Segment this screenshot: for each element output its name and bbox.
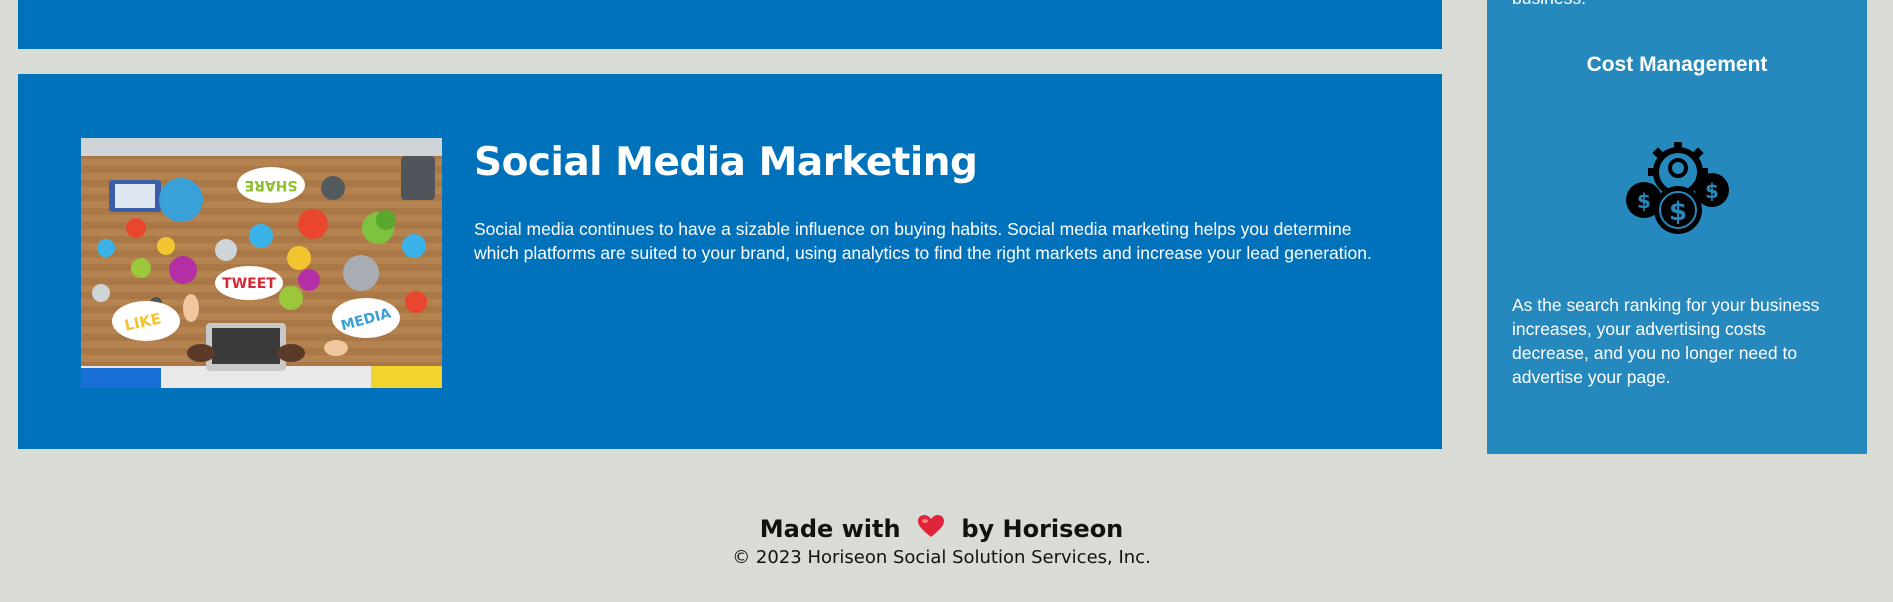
svg-text:$: $: [1669, 197, 1687, 227]
benefits-sidebar: business. Cost Management $ $: [1487, 0, 1867, 454]
service-card-previous: [18, 0, 1442, 49]
footer-by-label: by Horiseon: [961, 515, 1124, 543]
footer-made-with-label: Made with: [759, 515, 901, 543]
service-card-social-media: SHARE TWEET LIKE MEDIA Social Media Mark…: [18, 74, 1442, 449]
cost-management-icon: $ $ $: [1624, 138, 1732, 238]
svg-text:$: $: [1637, 189, 1651, 213]
benefit-description-fragment: business.: [1512, 0, 1586, 10]
social-media-image: SHARE TWEET LIKE MEDIA: [81, 138, 442, 388]
image-word-share: SHARE: [245, 177, 298, 193]
benefit-description-cost-management: As the search ranking for your business …: [1512, 295, 1820, 387]
benefit-title-cost-management: Cost Management: [1586, 53, 1768, 76]
page-footer: Made with by Horiseon © 2023 Horiseon So…: [0, 513, 1883, 570]
svg-text:$: $: [1705, 179, 1719, 203]
heart-icon: [917, 514, 945, 546]
service-title: Social Media Marketing: [474, 140, 978, 185]
footer-made-with: Made with by Horiseon: [0, 513, 1883, 546]
image-word-tweet: TWEET: [222, 276, 276, 292]
service-description: Social media continues to have a sizable…: [474, 219, 1372, 263]
footer-copyright: © 2023 Horiseon Social Solution Services…: [732, 547, 1151, 568]
